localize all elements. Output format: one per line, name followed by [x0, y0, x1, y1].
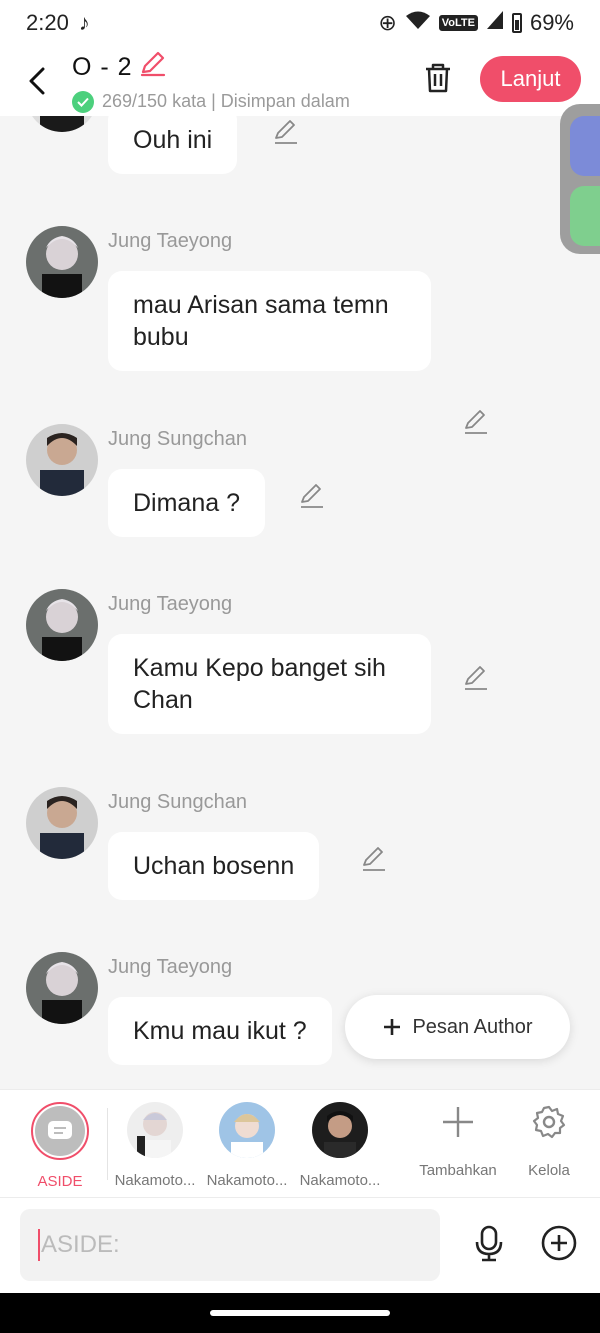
message-bubble[interactable]: Dimana ?	[108, 469, 265, 537]
chat-bubble-icon	[48, 1121, 72, 1139]
add-character-button[interactable]: Tambahkan	[412, 1104, 504, 1179]
side-widget-top[interactable]	[570, 116, 600, 176]
sender-name: Jung Taeyong	[108, 230, 233, 252]
tiktok-icon: ♪	[78, 10, 90, 35]
text-caret	[38, 1229, 40, 1261]
status-bar: 2:20 ♪ ⊕ VoLTE 69%	[0, 0, 600, 46]
sender-name: Jung Sungchan	[108, 791, 248, 813]
edit-icon[interactable]	[272, 118, 300, 146]
message-text: Kamu Kepo banget sih Chan	[133, 654, 386, 714]
message-bubble[interactable]: Kamu Kepo banget sih Chan	[108, 634, 431, 734]
message-bubble[interactable]: Ouh ini	[108, 116, 238, 174]
avatar	[312, 1102, 368, 1158]
trash-icon	[426, 63, 450, 93]
character-label: Nakamoto...	[206, 1172, 288, 1189]
system-navigation-bar	[0, 1293, 600, 1333]
volte-badge: VoLTE	[438, 15, 478, 31]
edit-icon[interactable]	[462, 664, 490, 692]
back-icon	[29, 67, 45, 95]
avatar	[219, 1102, 275, 1158]
input-bar: ASIDE:	[0, 1198, 600, 1293]
sender-name: Jung Taeyong	[108, 593, 233, 615]
message-bubble[interactable]: mau Arisan sama temn bubu	[108, 271, 431, 371]
message-text: Ouh ini	[133, 126, 213, 154]
author-message-label: Pesan Author	[412, 1015, 533, 1038]
pencil-icon	[140, 51, 165, 76]
divider	[107, 1108, 108, 1180]
signal-icon	[486, 10, 504, 36]
character-aside[interactable]: ASIDE	[30, 1102, 90, 1190]
manage-label: Kelola	[528, 1162, 570, 1179]
plus-icon	[443, 1107, 473, 1137]
input-placeholder: ASIDE:	[41, 1231, 120, 1258]
side-widget-bottom[interactable]	[570, 186, 600, 246]
edit-title-button[interactable]	[139, 50, 167, 85]
home-indicator[interactable]	[210, 1310, 390, 1316]
character-item[interactable]: Nakamoto...	[298, 1102, 382, 1189]
message-text: mau Arisan sama temn bubu	[133, 291, 389, 351]
character-item[interactable]: Nakamoto...	[205, 1102, 289, 1189]
character-label: Nakamoto...	[299, 1172, 381, 1189]
message-bubble[interactable]: Uchan bosenn	[108, 832, 320, 900]
chat-area[interactable]: Ouh ini Jung Taeyong mau Arisan sama tem…	[0, 116, 600, 1089]
avatar[interactable]	[26, 787, 98, 859]
message-bubble[interactable]: Kmu mau ikut ?	[108, 997, 332, 1065]
avatar[interactable]	[26, 424, 98, 496]
add-label: Tambahkan	[419, 1162, 497, 1179]
message-text: Dimana ?	[133, 489, 240, 517]
sender-name: Jung Sungchan	[108, 428, 248, 450]
message-input[interactable]: ASIDE:	[20, 1209, 440, 1281]
edit-icon[interactable]	[298, 482, 326, 510]
plus-circle-icon[interactable]	[540, 1224, 578, 1262]
message-text: Kmu mau ikut ?	[133, 1017, 307, 1045]
word-count-status: 269/150 kata | Disimpan dalam	[102, 91, 350, 111]
editor-header: O - 2 269/150 kata | Disimpan dalam Lanj…	[0, 46, 600, 116]
character-label: ASIDE	[37, 1173, 83, 1190]
gear-icon	[532, 1105, 566, 1139]
character-item[interactable]: Nakamoto...	[113, 1102, 197, 1189]
back-button[interactable]	[22, 66, 52, 96]
check-icon	[72, 90, 94, 113]
avatar[interactable]	[26, 952, 98, 1024]
floating-side-widget[interactable]	[560, 104, 600, 254]
avatar	[127, 1102, 183, 1158]
sync-icon: ⊕	[378, 10, 397, 35]
character-bar: ASIDE Nakamoto... Nakamoto... Nakamoto..…	[0, 1089, 600, 1198]
battery-icon	[511, 13, 522, 33]
manage-button[interactable]: Kelola	[515, 1104, 583, 1179]
author-message-button[interactable]: Pesan Author	[345, 995, 570, 1059]
battery-percent: 69%	[529, 10, 574, 35]
sender-name: Jung Taeyong	[108, 956, 233, 978]
wifi-icon	[405, 10, 431, 36]
avatar[interactable]	[26, 226, 98, 298]
edit-icon[interactable]	[462, 408, 490, 436]
next-button[interactable]: Lanjut	[480, 56, 581, 102]
status-icons: ⊕ VoLTE 69%	[378, 10, 574, 36]
avatar[interactable]	[26, 589, 98, 661]
message-text: Uchan bosenn	[133, 852, 295, 880]
avatar[interactable]	[26, 116, 98, 132]
title-block: O - 2 269/150 kata | Disimpan dalam	[72, 50, 350, 113]
mic-icon[interactable]	[470, 1224, 508, 1262]
episode-title: O - 2	[72, 52, 133, 81]
character-label: Nakamoto...	[114, 1172, 196, 1189]
status-time: 2:20	[26, 10, 69, 35]
plus-icon	[384, 1019, 401, 1035]
delete-button[interactable]	[420, 60, 456, 96]
edit-icon[interactable]	[360, 845, 388, 873]
